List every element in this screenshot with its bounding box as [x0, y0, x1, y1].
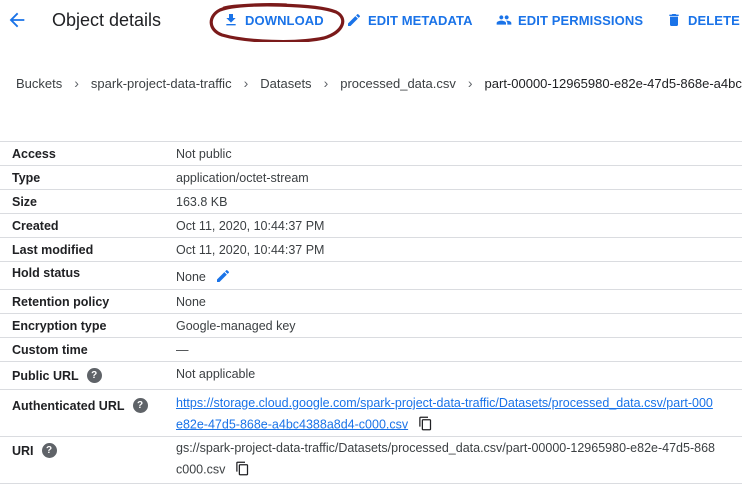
help-icon[interactable]: ?: [86, 368, 102, 383]
breadcrumb-datasets[interactable]: Datasets: [260, 76, 311, 91]
copy-icon[interactable]: [418, 416, 433, 434]
detail-row-hold-status: Hold status None: [0, 262, 742, 290]
authenticated-url-link-line2[interactable]: e82e-47d5-868e-a4bc4388a8d4-c000.csv: [176, 417, 408, 431]
chevron-right-icon: ›: [243, 75, 249, 91]
breadcrumb-bucket[interactable]: spark-project-data-traffic: [91, 76, 232, 91]
hold-status-value: None: [176, 269, 206, 284]
access-label: Access: [12, 147, 56, 161]
delete-button[interactable]: DELETE: [666, 12, 740, 28]
last-modified-value: Oct 11, 2020, 10:44:37 PM: [176, 243, 325, 257]
created-value: Oct 11, 2020, 10:44:37 PM: [176, 219, 325, 233]
page-title: Object details: [52, 10, 162, 30]
pencil-icon: [346, 12, 362, 28]
people-icon: [496, 12, 512, 28]
copy-icon[interactable]: [235, 461, 250, 479]
hold-status-label: Hold status: [12, 266, 81, 280]
detail-row-custom-time: Custom time —: [0, 338, 742, 362]
detail-row-created: Created Oct 11, 2020, 10:44:37 PM: [0, 214, 742, 238]
delete-label: DELETE: [688, 12, 740, 28]
arrow-back-icon[interactable]: [6, 9, 28, 31]
download-button[interactable]: DOWNLOAD: [223, 12, 324, 28]
detail-row-last-modified: Last modified Oct 11, 2020, 10:44:37 PM: [0, 238, 742, 262]
edit-metadata-label: EDIT METADATA: [368, 12, 473, 28]
edit-permissions-label: EDIT PERMISSIONS: [518, 12, 644, 28]
detail-row-size: Size 163.8 KB: [0, 190, 742, 214]
trash-icon: [666, 12, 682, 28]
uri-value-line2: c000.csv: [176, 462, 226, 477]
authenticated-url-link-line1[interactable]: https://storage.cloud.google.com/spark-p…: [176, 396, 713, 410]
detail-row-uri: URI ? gs://spark-project-data-traffic/Da…: [0, 437, 742, 484]
pencil-icon[interactable]: [215, 268, 231, 287]
breadcrumb: Buckets › spark-project-data-traffic › D…: [16, 74, 742, 92]
download-icon: [223, 12, 239, 28]
uri-label: URI: [12, 443, 34, 458]
retention-policy-label: Retention policy: [12, 295, 110, 309]
encryption-type-label: Encryption type: [12, 319, 107, 333]
detail-row-public-url: Public URL ? Not applicable: [0, 362, 742, 390]
detail-row-encryption-type: Encryption type Google-managed key: [0, 314, 742, 338]
details-table: Access Not public Type application/octet…: [0, 141, 742, 484]
last-modified-label: Last modified: [12, 243, 94, 257]
size-label: Size: [12, 195, 38, 209]
public-url-value: Not applicable: [176, 367, 256, 381]
retention-policy-value: None: [176, 295, 206, 309]
edit-permissions-button[interactable]: EDIT PERMISSIONS: [496, 12, 643, 28]
breadcrumb-buckets[interactable]: Buckets: [16, 76, 62, 91]
chevron-right-icon: ›: [467, 75, 473, 91]
download-label: DOWNLOAD: [245, 12, 324, 28]
help-icon[interactable]: ?: [132, 398, 148, 413]
custom-time-value: —: [176, 343, 189, 357]
detail-row-access: Access Not public: [0, 142, 742, 166]
help-icon[interactable]: ?: [41, 443, 57, 458]
chevron-right-icon: ›: [74, 75, 79, 91]
detail-row-type: Type application/octet-stream: [0, 166, 742, 190]
type-value: application/octet-stream: [176, 171, 309, 185]
created-label: Created: [12, 219, 59, 233]
breadcrumb-folder[interactable]: processed_data.csv: [340, 76, 456, 91]
detail-row-authenticated-url: Authenticated URL ? https://storage.clou…: [0, 390, 742, 437]
authenticated-url-label: Authenticated URL: [12, 398, 125, 413]
size-value: 163.8 KB: [176, 195, 228, 209]
chevron-right-icon: ›: [323, 75, 329, 91]
breadcrumb-object: part-00000-12965980-e82e-47d5-868e-a4bc4: [484, 75, 742, 91]
detail-row-retention-policy: Retention policy None: [0, 290, 742, 314]
custom-time-label: Custom time: [12, 343, 88, 357]
public-url-label: Public URL: [12, 368, 79, 383]
uri-value-line1: gs://spark-project-data-traffic/Datasets…: [176, 441, 715, 455]
edit-metadata-button[interactable]: EDIT METADATA: [346, 12, 473, 28]
access-value: Not public: [176, 147, 232, 161]
toolbar: Object details DOWNLOAD EDIT METADATA ED…: [0, 0, 742, 42]
type-label: Type: [12, 171, 41, 185]
encryption-type-value: Google-managed key: [176, 319, 296, 333]
